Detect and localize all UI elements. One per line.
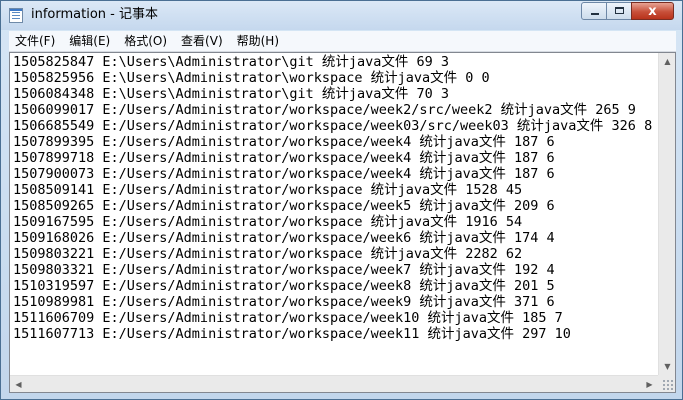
minimize-button[interactable] <box>581 2 607 20</box>
text-line: 1509168026 E:/Users/Administrator/worksp… <box>13 230 555 246</box>
text-line: 1506084348 E:\Users\Administrator\git 统计… <box>13 86 450 102</box>
title-bar[interactable]: information - 记事本 x <box>1 1 682 30</box>
window-title: information - 记事本 <box>31 7 158 22</box>
text-line: 1508509141 E:/Users/Administrator/worksp… <box>13 182 523 198</box>
menu-file[interactable]: 文件(F) <box>9 31 61 51</box>
text-line: 1511607713 E:/Users/Administrator/worksp… <box>13 326 571 342</box>
text-line: 1509167595 E:/Users/Administrator/worksp… <box>13 214 523 230</box>
horizontal-scrollbar[interactable]: ◀ ▶ <box>10 375 658 392</box>
close-button[interactable]: x <box>631 2 674 20</box>
menu-edit[interactable]: 编辑(E) <box>63 31 116 51</box>
text-line: 1507899718 E:/Users/Administrator/worksp… <box>13 150 555 166</box>
scroll-up-icon[interactable]: ▲ <box>659 53 676 70</box>
close-icon: x <box>648 4 657 19</box>
scroll-right-icon[interactable]: ▶ <box>641 376 658 393</box>
text-line: 1506099017 E:/Users/Administrator/worksp… <box>13 102 636 118</box>
menu-format[interactable]: 格式(O) <box>118 31 173 51</box>
scroll-left-icon[interactable]: ◀ <box>10 376 27 393</box>
text-line: 1511606709 E:/Users/Administrator/worksp… <box>13 310 563 326</box>
menu-help[interactable]: 帮助(H) <box>231 31 285 51</box>
resize-corner[interactable] <box>658 375 675 392</box>
text-line: 1507900073 E:/Users/Administrator/worksp… <box>13 166 555 182</box>
text-line: 1505825956 E:\Users\Administrator\worksp… <box>13 70 490 86</box>
text-line: 1509803321 E:/Users/Administrator/worksp… <box>13 262 555 278</box>
notepad-window: information - 记事本 x 文件(F) 编辑(E) 格式(O) 查看… <box>0 0 683 400</box>
text-line: 1510989981 E:/Users/Administrator/worksp… <box>13 294 555 310</box>
maximize-icon <box>607 3 631 19</box>
scroll-down-icon[interactable]: ▼ <box>659 358 676 375</box>
text-editor[interactable]: 1505825847 E:\Users\Administrator\git 统计… <box>9 52 676 393</box>
menu-view[interactable]: 查看(V) <box>175 31 229 51</box>
vertical-scrollbar[interactable]: ▲ ▼ <box>658 53 675 375</box>
text-line: 1507899395 E:/Users/Administrator/worksp… <box>13 134 555 150</box>
minimize-icon <box>582 3 606 19</box>
menu-bar: 文件(F) 编辑(E) 格式(O) 查看(V) 帮助(H) <box>9 31 676 52</box>
text-line: 1510319597 E:/Users/Administrator/worksp… <box>13 278 555 294</box>
text-area[interactable]: 1505825847 E:\Users\Administrator\git 统计… <box>11 54 659 374</box>
resize-grip-icon[interactable] <box>662 379 673 390</box>
notepad-icon[interactable] <box>9 8 23 23</box>
text-line: 1508509265 E:/Users/Administrator/worksp… <box>13 198 555 214</box>
text-line: 1506685549 E:/Users/Administrator/worksp… <box>13 118 653 134</box>
text-line: 1509803221 E:/Users/Administrator/worksp… <box>13 246 523 262</box>
caption-buttons: x <box>581 2 674 21</box>
text-line: 1505825847 E:\Users\Administrator\git 统计… <box>13 54 450 70</box>
maximize-button[interactable] <box>606 2 632 20</box>
